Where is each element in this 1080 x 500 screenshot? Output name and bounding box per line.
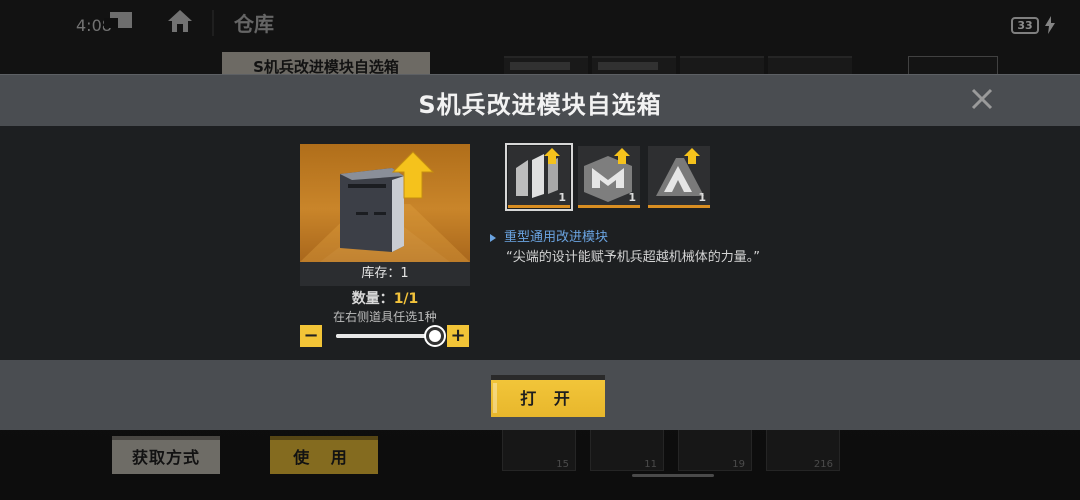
decrease-quantity-button[interactable]: − — [300, 325, 322, 347]
quantity-row: 数量：1/1 — [300, 288, 470, 308]
quantity-slider[interactable] — [336, 334, 436, 338]
slider-handle[interactable] — [426, 327, 444, 345]
option-count: 1 — [698, 191, 706, 204]
stock-label: 库存：1 — [300, 262, 470, 286]
modal-title: S机兵改进模块自选箱 — [418, 91, 662, 119]
supply-box-icon — [340, 151, 435, 252]
description-accent — [490, 234, 496, 242]
quantity-label: 数量： — [351, 291, 394, 307]
option-count: 1 — [628, 191, 636, 204]
selected-item-name: 重型通用改进模块 — [504, 230, 609, 245]
open-button[interactable]: 打 开 — [491, 375, 605, 417]
quantity-value: 1/1 — [393, 291, 419, 307]
option-m-module[interactable]: 1 — [578, 146, 640, 208]
option-a-module[interactable]: 1 — [648, 146, 710, 208]
modal-header: S机兵改进模块自选箱 — [0, 74, 1080, 126]
increase-quantity-button[interactable]: + — [447, 325, 469, 347]
slider-fill — [336, 334, 436, 338]
item-preview — [300, 144, 470, 262]
selection-hint: 在右侧道具任选1种 — [333, 310, 437, 324]
option-count: 1 — [558, 191, 566, 204]
selected-item-description: “尖端的设计能赋予机兵超越机械体的力量。” — [506, 250, 760, 265]
close-icon[interactable] — [968, 85, 996, 113]
option-heavy-module[interactable]: 1 — [505, 143, 573, 211]
